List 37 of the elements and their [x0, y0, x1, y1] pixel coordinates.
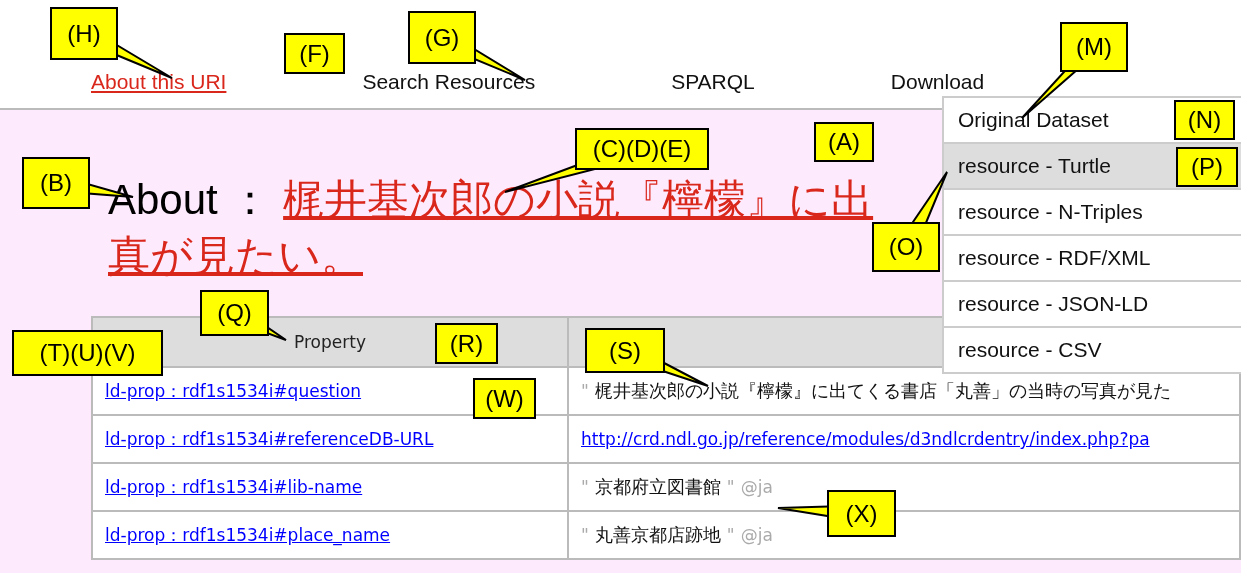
- nav-link[interactable]: Search Resources: [362, 70, 536, 94]
- nav-link[interactable]: About this URI: [91, 70, 227, 94]
- quote-mark: ": [581, 477, 589, 497]
- callout-label: (G): [408, 11, 476, 64]
- menu-item[interactable]: resource - CSV: [944, 328, 1241, 372]
- callout-label: (N): [1174, 100, 1235, 140]
- menu-item[interactable]: resource - N-Triples: [944, 190, 1241, 234]
- callout-label: (R): [435, 323, 498, 364]
- value-text: 丸善京都店跡地: [594, 524, 721, 545]
- callout-label: (B): [22, 157, 90, 209]
- callout-label: (S): [585, 328, 665, 373]
- callout-label: (C)(D)(E): [575, 128, 709, 170]
- value-text: 梶井基次郎の小説『檸檬』に出てくる書店「丸善」の当時の写真が見た: [594, 380, 1171, 401]
- nav-link[interactable]: Download: [890, 70, 985, 94]
- callout-label: (T)(U)(V): [12, 330, 163, 376]
- callout-label: (X): [827, 490, 896, 537]
- callout-label: (A): [814, 122, 874, 162]
- quote-mark: ": [726, 477, 735, 497]
- menu-item[interactable]: resource - JSON-LD: [944, 282, 1241, 326]
- callout-label: (W): [473, 378, 536, 419]
- callout-label: (P): [1176, 147, 1238, 187]
- quote-mark: ": [581, 381, 589, 401]
- property-link[interactable]: ld-prop：rdf1s1534i#question: [105, 380, 362, 401]
- nav-link[interactable]: SPARQL: [671, 70, 755, 94]
- callout-label: (H): [50, 7, 118, 60]
- menu-item[interactable]: resource - RDF/XML: [944, 236, 1241, 280]
- callout-label: (M): [1060, 22, 1128, 72]
- language-tag: @ja: [740, 477, 773, 497]
- callout-label: (O): [872, 222, 940, 272]
- language-tag: @ja: [740, 525, 773, 545]
- quote-mark: ": [581, 525, 589, 545]
- quote-mark: ": [726, 525, 735, 545]
- callout-label: (F): [284, 33, 345, 74]
- title-link[interactable]: 真が見たい。: [108, 232, 363, 279]
- heading-label: About ：: [108, 176, 273, 223]
- callout-label: (Q): [200, 290, 269, 336]
- value-text: 京都府立図書館: [594, 476, 721, 497]
